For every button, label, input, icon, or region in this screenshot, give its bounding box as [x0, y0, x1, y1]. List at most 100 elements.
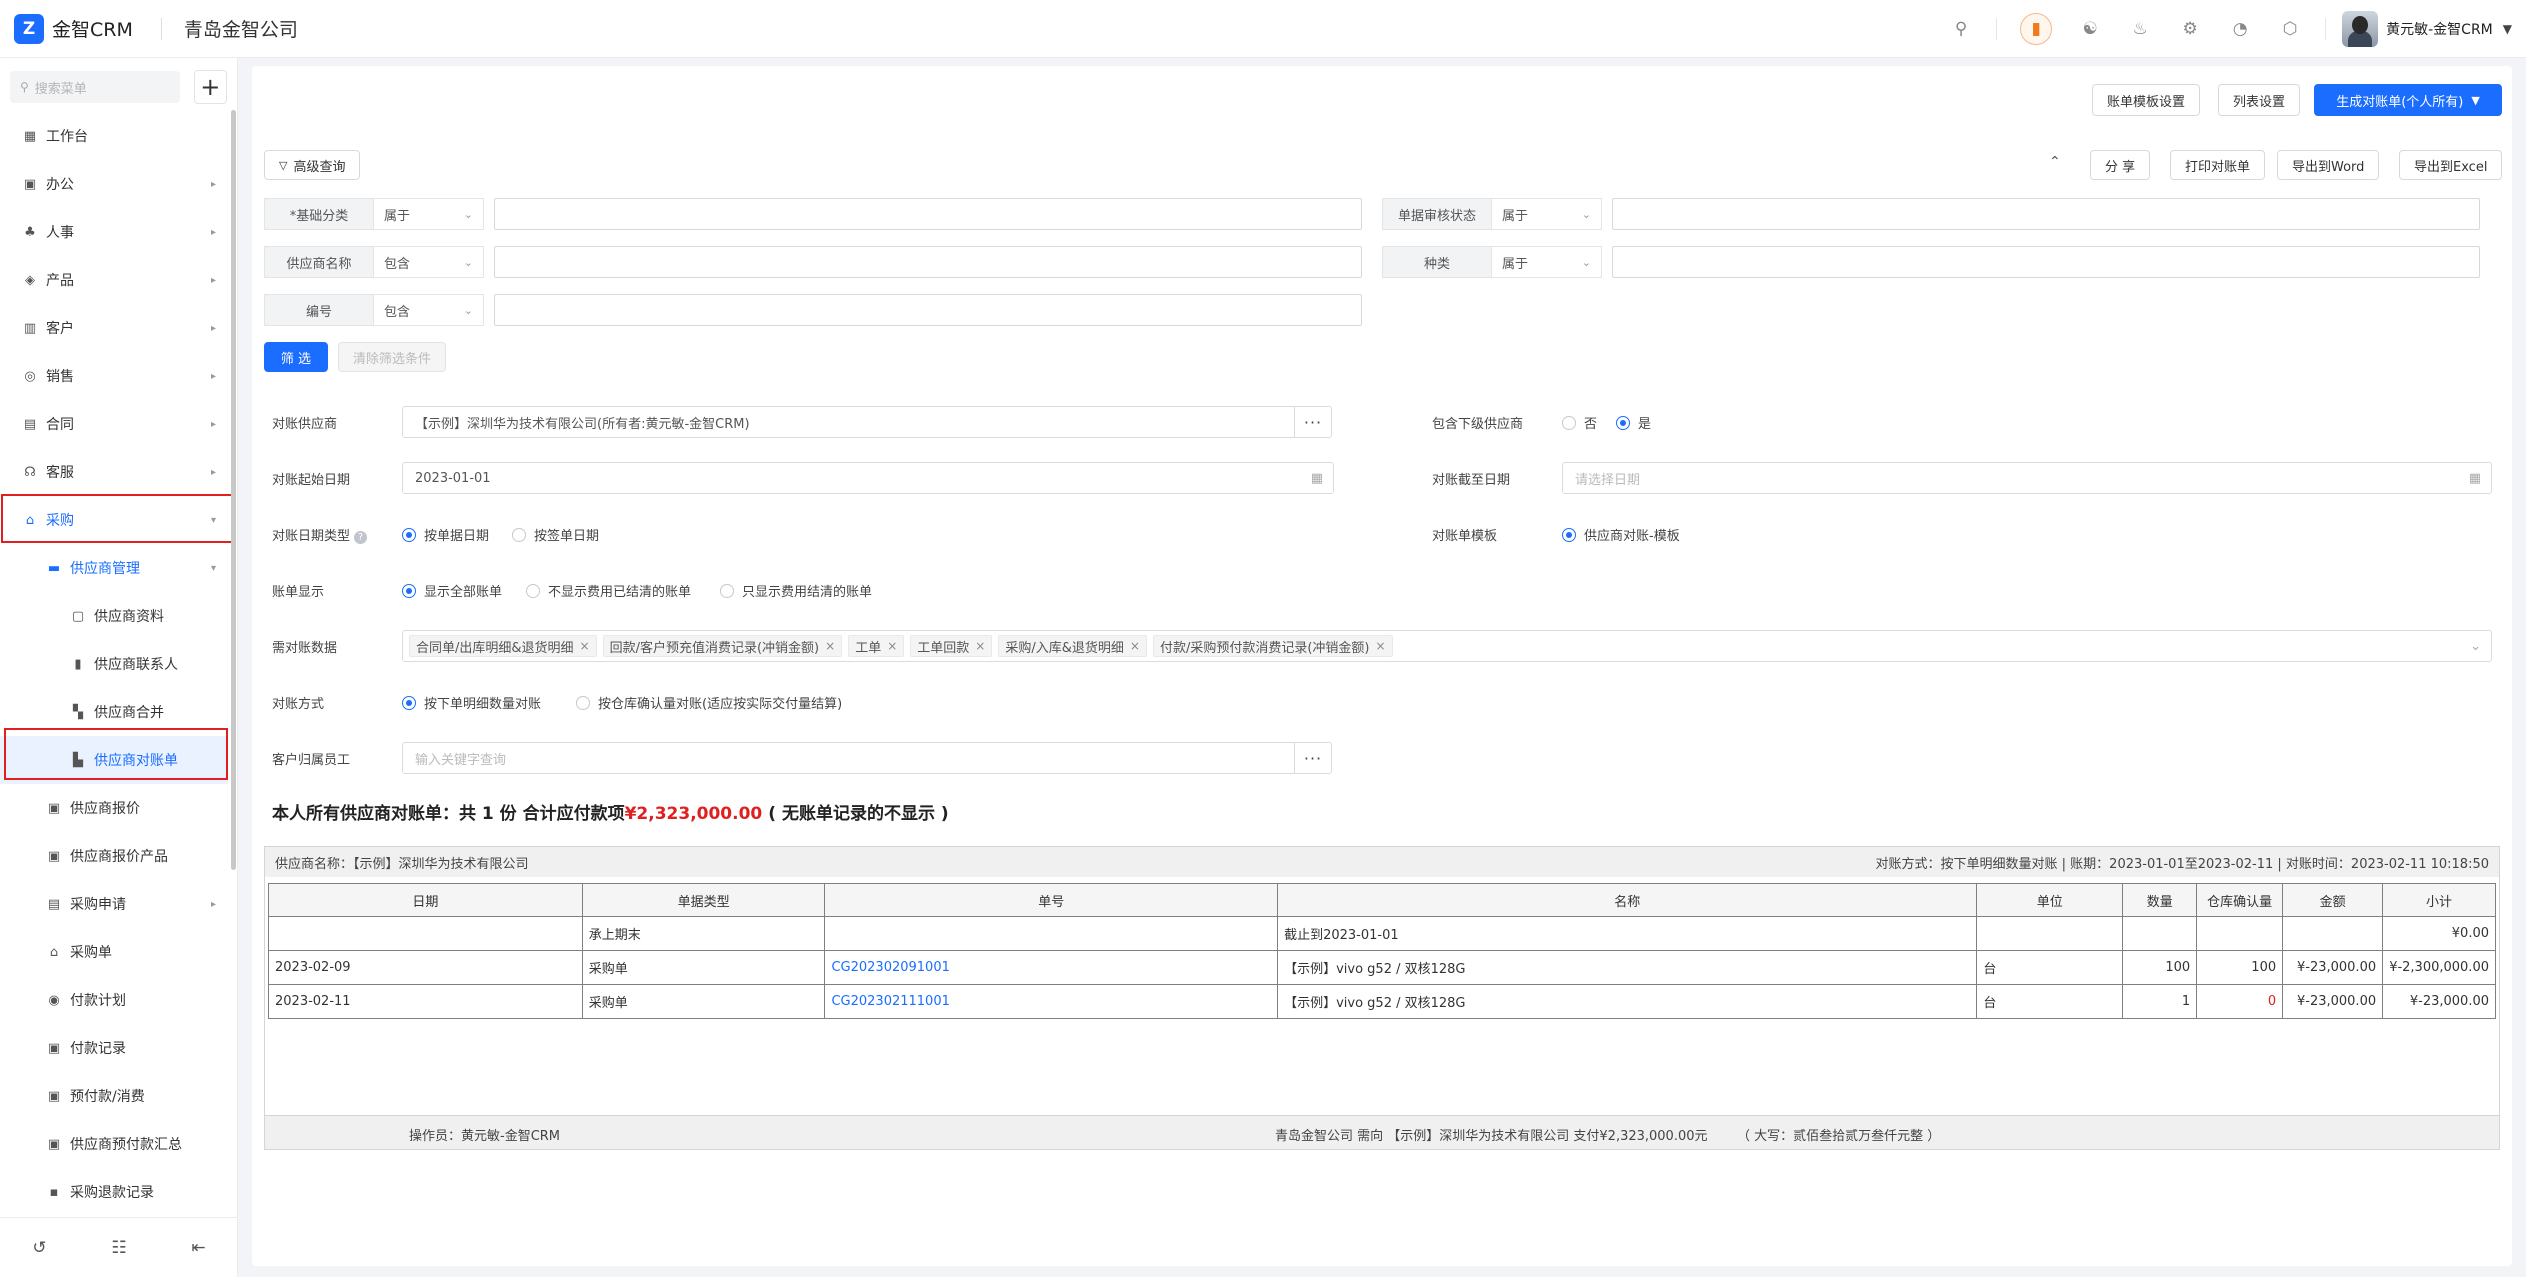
sidebar-item-supplier-management[interactable]: ▬ 供应商管理 ▾ — [0, 544, 228, 592]
filter-basic-category-operator[interactable]: 属于 ⌄ — [374, 198, 484, 230]
filter-button[interactable]: 筛 选 — [264, 342, 328, 372]
template-radio[interactable]: 供应商对账-模板 — [1562, 525, 1680, 544]
filter-number-input[interactable] — [494, 294, 1362, 326]
search-icon[interactable]: ⚲ — [1949, 17, 1973, 41]
order-link[interactable]: CG202302111001 — [831, 994, 949, 1009]
sidebar-item-contract[interactable]: ▤ 合同 ▸ — [0, 400, 228, 448]
sidebar-item-purchase[interactable]: ⌂ 采购 ▾ — [0, 496, 228, 544]
print-statement-button[interactable]: 打印对账单 — [2170, 150, 2266, 180]
advanced-query-button[interactable]: ▽ 高级查询 — [264, 150, 361, 180]
close-icon[interactable]: × — [887, 639, 897, 653]
sidebar-item-purchase-request[interactable]: ▤ 采购申请 ▸ — [0, 880, 228, 928]
sidebar-item-supplier-quote-products[interactable]: ▣ 供应商报价产品 — [0, 832, 228, 880]
filter-number-operator[interactable]: 包含 ⌄ — [374, 294, 484, 326]
close-icon[interactable]: × — [975, 639, 985, 653]
collapse-up-icon[interactable]: ⌃ — [2049, 154, 2061, 170]
contact-card-icon: ▮ — [74, 656, 82, 672]
clear-filter-button[interactable]: 清除筛选条件 — [338, 342, 447, 372]
date-type-doc-radio[interactable]: 按单据日期 — [402, 525, 489, 544]
more-dots-icon[interactable]: ··· — [1294, 406, 1332, 438]
pie-chart-icon[interactable]: ◔ — [2228, 17, 2252, 41]
filter-basic-category-input[interactable] — [494, 198, 1362, 230]
sidebar-item-label: 销售 — [46, 369, 74, 385]
add-button[interactable]: + — [193, 70, 227, 104]
method-qty-radio[interactable]: 按下单明细数量对账 — [402, 693, 541, 712]
filter-audit-status-operator[interactable]: 属于 ⌄ — [1492, 198, 1602, 230]
filter-kind-input[interactable] — [1612, 246, 2480, 278]
sidebar-item-product[interactable]: ◈ 产品 ▸ — [0, 256, 228, 304]
display-unsettled-radio[interactable]: 不显示费用已结清的账单 — [526, 581, 691, 600]
list-settings-button[interactable]: 列表设置 — [2218, 84, 2301, 116]
end-date-field[interactable]: 请选择日期 ▦ — [1562, 462, 2492, 494]
date-type-sign-radio[interactable]: 按签单日期 — [512, 525, 599, 544]
owner-search-input[interactable]: 输入关键字查询 — [402, 742, 1296, 774]
request-icon: ▤ — [47, 896, 61, 912]
sidebar-item-service[interactable]: ☊ 客服 ▸ — [0, 448, 228, 496]
sidebar-item-supplier-quote[interactable]: ▣ 供应商报价 — [0, 784, 228, 832]
method-warehouse-radio[interactable]: 按仓库确认量对账(适应按实际交付量结算) — [576, 693, 842, 712]
sidebar-item-sales[interactable]: ◎ 销售 ▸ — [0, 352, 228, 400]
sidebar-item-hr[interactable]: ♣ 人事 ▸ — [0, 208, 228, 256]
close-icon[interactable]: × — [1375, 639, 1385, 653]
history-icon[interactable]: ↺ — [32, 1238, 46, 1258]
sidebar-item-supplier-info[interactable]: ▢ 供应商资料 — [0, 592, 228, 640]
template-settings-button[interactable]: 账单模板设置 — [2092, 84, 2201, 116]
data-tag: 回款/客户预充值消费记录(冲销金额) × — [602, 635, 843, 657]
close-icon[interactable]: × — [580, 639, 590, 653]
app-logo[interactable]: Z 金智CRM — [14, 13, 133, 44]
sidebar-item-label: 采购申请 — [70, 897, 126, 913]
sidebar-item-payment-plan[interactable]: ◉ 付款计划 — [0, 976, 228, 1024]
sidebar-item-office[interactable]: ▣ 办公 ▸ — [0, 160, 228, 208]
sidebar-item-prepayment[interactable]: ▣ 预付款/消费 — [0, 1072, 228, 1120]
export-excel-button[interactable]: 导出到Excel — [2399, 150, 2503, 180]
filter-supplier-name-operator[interactable]: 包含 ⌄ — [374, 246, 484, 278]
display-all-radio[interactable]: 显示全部账单 — [402, 581, 502, 600]
data-select-label: 需对账数据 — [272, 641, 338, 656]
generate-statement-button[interactable]: 生成对账单(个人所有) ▼ — [2314, 84, 2502, 116]
bell-icon[interactable]: ♨ — [2128, 17, 2152, 41]
sidebar-item-prepayment-summary[interactable]: ▣ 供应商预付款汇总 — [0, 1120, 228, 1168]
close-icon[interactable]: × — [825, 639, 835, 653]
share-button[interactable]: 分 享 — [2090, 150, 2151, 180]
sidebar-item-customer[interactable]: ▥ 客户 ▸ — [0, 304, 228, 352]
display-settled-radio[interactable]: 只显示费用结清的账单 — [720, 581, 872, 600]
user-menu[interactable]: 黄元敏-金智CRM ▼ — [2342, 11, 2512, 47]
sliders-icon[interactable]: ☷ — [111, 1238, 126, 1258]
export-word-button[interactable]: 导出到Word — [2277, 150, 2380, 180]
supplier-field[interactable]: 【示例】深圳华为技术有限公司(所有者:黄元敏-金智CRM) — [402, 406, 1296, 438]
avatar — [2342, 11, 2379, 47]
box-icon[interactable]: ⬡ — [2278, 17, 2302, 41]
sidebar-item-supplier-statement[interactable]: ▙ 供应商对账单 — [0, 736, 228, 784]
sales-icon: ◎ — [24, 368, 36, 384]
sidebar-item-payment-records[interactable]: ▣ 付款记录 — [0, 1024, 228, 1072]
include-sub-yes-radio[interactable]: 是 — [1616, 413, 1651, 432]
radio-label: 显示全部账单 — [424, 585, 503, 600]
contacts-icon[interactable]: ☯ — [2078, 17, 2102, 41]
sidebar-item-purchase-order[interactable]: ⌂ 采购单 — [0, 928, 228, 976]
include-sub-no-radio[interactable]: 否 — [1562, 413, 1597, 432]
filter-audit-status-input[interactable] — [1612, 198, 2480, 230]
help-icon[interactable]: ? — [354, 531, 368, 544]
sidebar-item-supplier-contacts[interactable]: ▮ 供应商联系人 — [0, 640, 228, 688]
filter-supplier-name-input[interactable] — [494, 246, 1362, 278]
start-date-field[interactable]: 2023-01-01 ▦ — [402, 462, 1334, 494]
gear-icon[interactable]: ⚙ — [2178, 17, 2202, 41]
sidebar-item-supplier-merge[interactable]: ▚ 供应商合并 — [0, 688, 228, 736]
radio-off — [576, 695, 590, 710]
sidebar-item-label: 供应商报价 — [70, 801, 140, 817]
company-name[interactable]: 青岛金智公司 — [184, 15, 298, 42]
menu-search-input[interactable]: ⚲ 搜索菜单 — [10, 71, 180, 103]
cell-unit: 台 — [1976, 950, 2124, 985]
order-link[interactable]: CG202302091001 — [831, 960, 949, 975]
data-select-field[interactable]: 合同单/出库明细&退货明细 × 回款/客户预充值消费记录(冲销金额) × 工单 × 工… — [402, 630, 2492, 662]
more-dots-icon[interactable]: ··· — [1294, 742, 1332, 774]
filter-kind-operator[interactable]: 属于 ⌄ — [1492, 246, 1602, 278]
sidebar-item-label: 供应商预付款汇总 — [70, 1137, 182, 1153]
sidebar-scrollbar[interactable] — [231, 110, 236, 870]
close-icon[interactable]: × — [1130, 639, 1140, 653]
sidebar-item-workbench[interactable]: ▦ 工作台 — [0, 112, 228, 160]
cell-amount: ¥-23,000.00 — [2282, 950, 2384, 985]
notice-icon[interactable]: ▮ — [2020, 13, 2053, 45]
sidebar-item-purchase-refund[interactable]: ▪ 采购退款记录 — [0, 1168, 228, 1207]
collapse-menu-icon[interactable]: ⇤ — [191, 1238, 205, 1258]
